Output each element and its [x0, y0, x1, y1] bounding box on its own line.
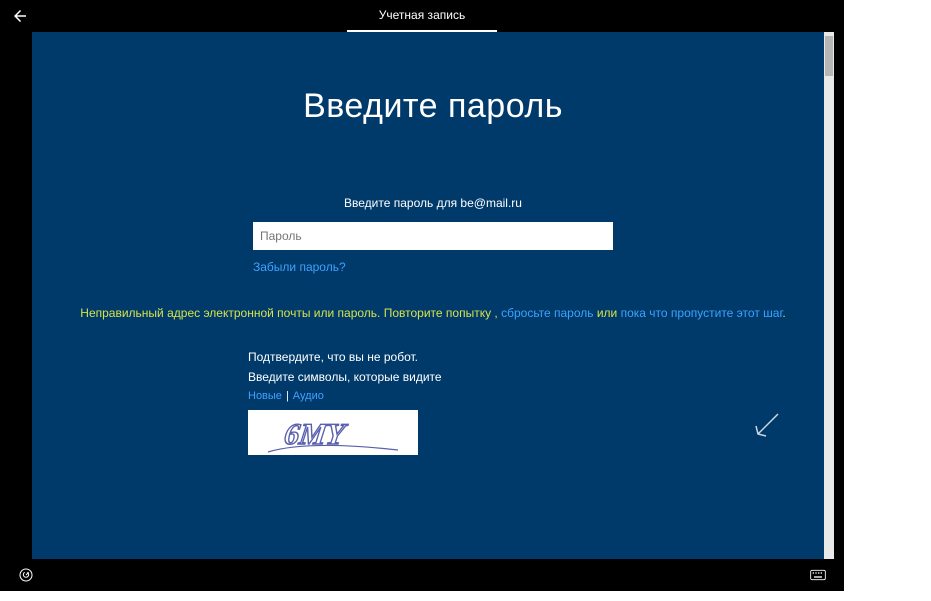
skip-step-link[interactable]: пока что пропустите этот шаг [621, 306, 783, 320]
forgot-password-link[interactable]: Забыли пароль? [253, 260, 613, 274]
ease-of-access-button[interactable] [18, 567, 34, 583]
captcha-new-link[interactable]: Новые [248, 390, 282, 402]
tab-account[interactable]: Учетная запись [347, 0, 497, 32]
captcha-label-2: Введите символы, которые видите [248, 370, 608, 384]
error-dot: . [782, 306, 785, 320]
page-title: Введите пароль [42, 87, 824, 126]
scrollbar-thumb[interactable] [825, 36, 833, 76]
error-or: или [594, 306, 621, 320]
error-comma: , [491, 306, 501, 320]
annotation-arrow-icon [752, 410, 782, 440]
captcha-section: Подтвердите, что вы не робот. Введите си… [248, 350, 608, 455]
captcha-links: Новые | Аудио [248, 390, 608, 402]
content-inner: Введите пароль Введите пароль для be@mai… [32, 87, 834, 559]
bottom-bar [0, 559, 844, 591]
captcha-image: 6MY [248, 410, 418, 455]
content-panel: Введите пароль Введите пароль для be@mai… [32, 32, 834, 559]
captcha-label-1: Подтвердите, что вы не робот. [248, 350, 608, 364]
password-prompt: Введите пароль для be@mail.ru [42, 196, 824, 210]
title-bar: Учетная запись [0, 0, 844, 32]
reset-password-link[interactable]: сбросьте пароль [501, 306, 593, 320]
captcha-link-separator: | [286, 390, 289, 402]
keyboard-icon [810, 567, 826, 583]
password-input[interactable] [253, 222, 613, 250]
password-row [42, 222, 824, 250]
error-message: Неправильный адрес электронной почты или… [42, 306, 824, 320]
ease-of-access-icon [18, 567, 34, 583]
back-arrow-button[interactable] [0, 0, 40, 32]
back-arrow-icon [11, 7, 29, 25]
captcha-audio-link[interactable]: Аудио [293, 390, 324, 402]
keyboard-button[interactable] [810, 567, 826, 583]
oobe-window: Учетная запись Введите пароль Введите па… [0, 0, 844, 591]
error-text: Неправильный адрес электронной почты или… [80, 306, 491, 320]
